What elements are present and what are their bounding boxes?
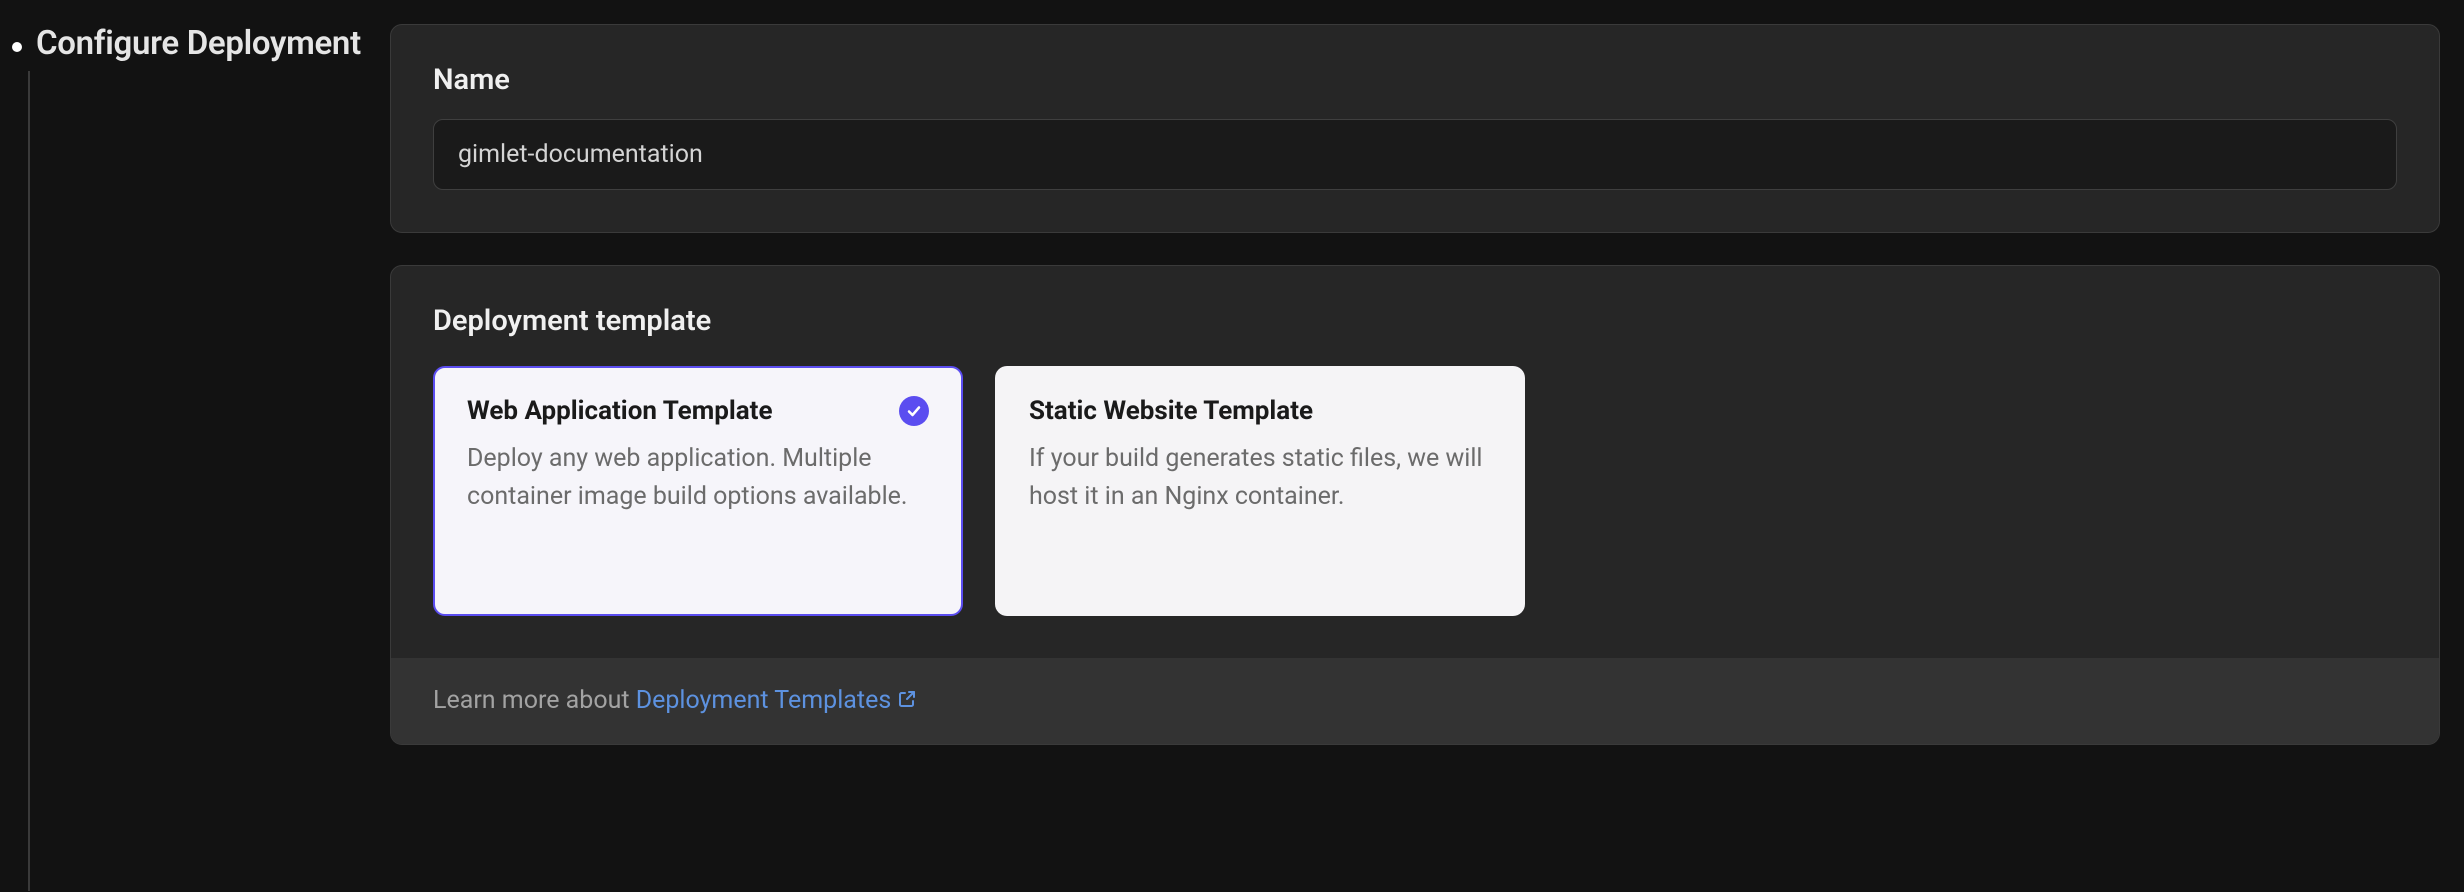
step-bullet-icon — [12, 42, 22, 52]
learn-more-bar: Learn more about Deployment Templates — [391, 658, 2439, 744]
learn-more-link-text: Deployment Templates — [636, 686, 892, 715]
template-grid: Web Application Template Deploy any web … — [433, 366, 2397, 616]
template-panel: Deployment template Web Application Temp… — [390, 265, 2440, 745]
external-link-icon — [897, 687, 917, 716]
step-configure-deployment: Configure Deployment — [12, 24, 390, 63]
check-icon — [899, 396, 929, 426]
sidebar: Configure Deployment — [0, 24, 390, 891]
template-card-description: Deploy any web application. Multiple con… — [467, 440, 929, 515]
template-card-title: Web Application Template — [467, 396, 772, 426]
template-section-title: Deployment template — [433, 304, 2397, 338]
name-panel: Name — [390, 24, 2440, 233]
template-card-title: Static Website Template — [1029, 396, 1313, 426]
learn-more-link[interactable]: Deployment Templates — [636, 686, 918, 715]
name-label: Name — [433, 63, 2397, 97]
name-input[interactable] — [433, 119, 2397, 190]
template-card-description: If your build generates static files, we… — [1029, 440, 1491, 515]
timeline-line — [28, 71, 30, 891]
main-content: Name Deployment template Web Application… — [390, 24, 2464, 891]
learn-more-prefix: Learn more about — [433, 686, 636, 715]
template-card-web-application[interactable]: Web Application Template Deploy any web … — [433, 366, 963, 616]
template-card-static-website[interactable]: Static Website Template If your build ge… — [995, 366, 1525, 616]
step-title: Configure Deployment — [36, 24, 361, 63]
